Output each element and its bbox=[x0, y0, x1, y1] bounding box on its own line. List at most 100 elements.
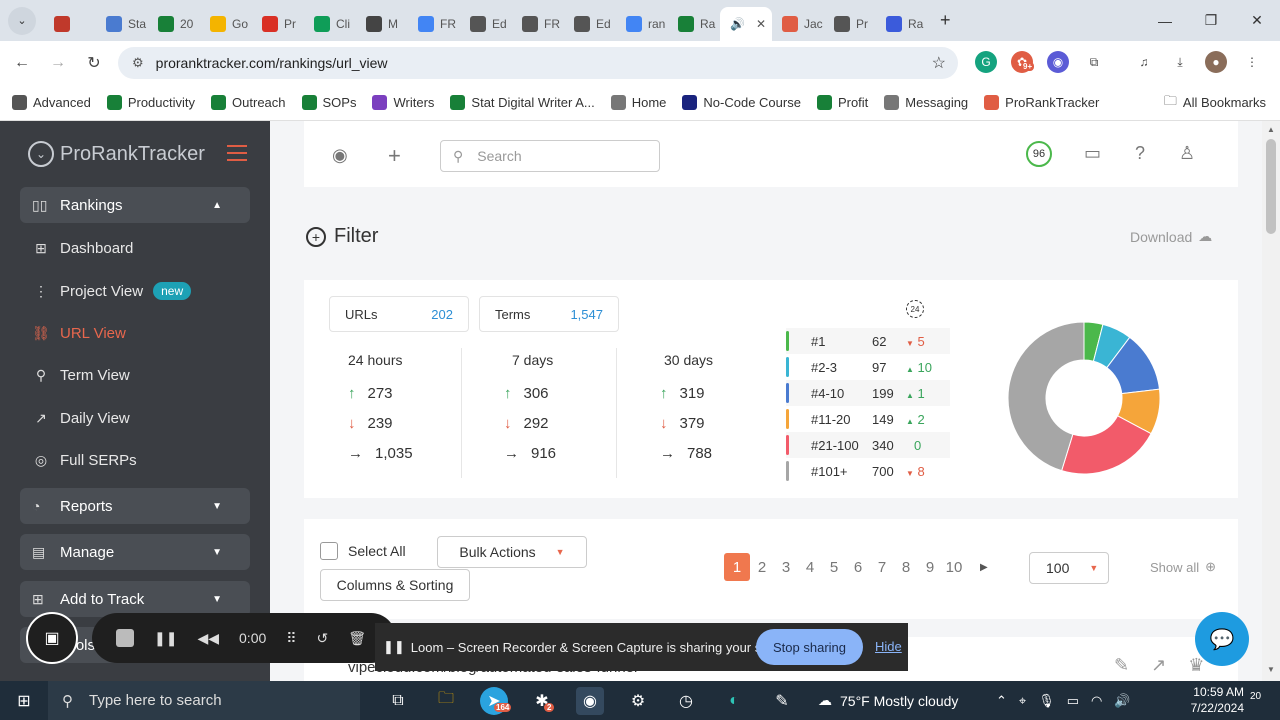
download-button[interactable]: Download ☁ bbox=[1130, 228, 1212, 245]
rank-row[interactable]: #11-20 149 ▲ 2 bbox=[786, 406, 950, 432]
minimize-button[interactable]: — bbox=[1142, 0, 1188, 41]
page-1[interactable]: 1 bbox=[724, 553, 750, 581]
puzzle-icon[interactable]: ⧉ bbox=[1083, 51, 1105, 73]
browser-tab[interactable]: Jac bbox=[772, 7, 824, 41]
bookmark-item[interactable]: Writers bbox=[372, 95, 434, 110]
page-6[interactable]: 6 bbox=[846, 553, 870, 581]
rank-row[interactable]: #21-100 340 0 bbox=[786, 432, 950, 458]
page-7[interactable]: 7 bbox=[870, 553, 894, 581]
browser-tab[interactable]: Ra bbox=[876, 7, 928, 41]
scroll-up-icon[interactable]: ▲ bbox=[1267, 125, 1275, 134]
drag-handle-icon[interactable]: ⠿ bbox=[286, 630, 296, 647]
pause-icon[interactable]: ❚❚ bbox=[154, 630, 177, 647]
bookmark-item[interactable]: Profit bbox=[816, 95, 868, 110]
browser-tab[interactable]: Pr bbox=[252, 7, 304, 41]
trophy-icon[interactable]: ♛ bbox=[1188, 655, 1204, 676]
close-window-button[interactable]: ✕ bbox=[1234, 0, 1280, 41]
browser-tab-active[interactable]: 🔊 ✕ bbox=[720, 7, 772, 41]
bookmark-item[interactable]: Advanced bbox=[12, 95, 91, 110]
page-3[interactable]: 3 bbox=[774, 553, 798, 581]
score-badge[interactable]: 96 bbox=[1026, 141, 1052, 167]
site-info-icon[interactable]: ⚙ bbox=[132, 55, 144, 71]
media-icon[interactable]: ♫ bbox=[1133, 51, 1155, 73]
page-4[interactable]: 4 bbox=[798, 553, 822, 581]
new-tab-button[interactable]: + bbox=[940, 10, 951, 31]
tray-chevron-icon[interactable]: ⌃ bbox=[996, 693, 1007, 709]
browser-tab[interactable]: Pr bbox=[824, 7, 876, 41]
download-icon[interactable]: ⤓ bbox=[1169, 51, 1191, 73]
eye-icon[interactable]: ◉ bbox=[332, 145, 348, 166]
wifi-icon[interactable]: ◠ bbox=[1091, 693, 1102, 709]
logo[interactable]: ⌄ ProRankTracker bbox=[28, 141, 205, 167]
camera-icon[interactable]: ▣ bbox=[26, 612, 78, 664]
trash-icon[interactable]: 🗑 bbox=[348, 630, 366, 647]
extension-icon[interactable]: ◉ bbox=[1047, 51, 1069, 73]
scrollbar-thumb[interactable] bbox=[1266, 139, 1276, 234]
browser-tab[interactable]: Cli bbox=[304, 7, 356, 41]
browser-tab[interactable]: ran bbox=[616, 7, 668, 41]
bookmark-item[interactable]: SOPs bbox=[301, 95, 356, 110]
page-8[interactable]: 8 bbox=[894, 553, 918, 581]
hamburger-icon[interactable] bbox=[227, 145, 247, 166]
chat-bubble-icon[interactable]: 💬 bbox=[1195, 612, 1249, 666]
rank-row[interactable]: #4-10 199 ▲ 1 bbox=[786, 380, 950, 406]
bookmark-item[interactable]: Productivity bbox=[106, 95, 195, 110]
stop-sharing-button[interactable]: Stop sharing bbox=[756, 629, 863, 665]
browser-tab[interactable]: FR bbox=[512, 7, 564, 41]
restart-icon[interactable]: ↺ bbox=[317, 630, 329, 647]
chat-icon[interactable]: ▭ bbox=[1084, 143, 1101, 164]
select-all-checkbox[interactable] bbox=[320, 542, 338, 560]
page-5[interactable]: 5 bbox=[822, 553, 846, 581]
sidebar-item-dashboard[interactable]: ⊞ Dashboard bbox=[32, 240, 133, 257]
timer-icon[interactable]: 24 bbox=[906, 300, 924, 318]
paint-icon[interactable]: ✎ bbox=[768, 687, 796, 715]
browser-tab[interactable]: Ed bbox=[460, 7, 512, 41]
browser-tab[interactable]: Ed bbox=[564, 7, 616, 41]
notification-icon[interactable]: 20 bbox=[1250, 691, 1261, 702]
bookmark-item[interactable]: Stat Digital Writer A... bbox=[450, 95, 595, 110]
network-icon[interactable]: ⌖ bbox=[1019, 693, 1026, 709]
bookmark-item[interactable]: Messaging bbox=[884, 95, 968, 110]
battery-icon[interactable]: ▭ bbox=[1067, 693, 1079, 709]
rank-row[interactable]: #1 62 ▼ 5 bbox=[786, 328, 950, 354]
urls-chip[interactable]: URLs 202 bbox=[329, 296, 469, 332]
browser-tab[interactable] bbox=[44, 7, 96, 41]
rank-row[interactable]: #2-3 97 ▲ 10 bbox=[786, 354, 950, 380]
tab-search-button[interactable]: ⌄ bbox=[8, 6, 36, 35]
telegram-icon[interactable]: ➤ 164 bbox=[480, 686, 512, 715]
slack-icon[interactable]: ✱ 2 bbox=[528, 687, 556, 715]
terms-chip[interactable]: Terms 1,547 bbox=[479, 296, 619, 332]
filter-toggle[interactable]: + Filter bbox=[306, 225, 378, 248]
user-icon[interactable]: ♙ bbox=[1179, 143, 1195, 164]
section-rankings[interactable]: ▯▯ Rankings ▲ bbox=[20, 187, 250, 223]
weather-widget[interactable]: ☁ 75°F Mostly cloudy bbox=[818, 692, 958, 709]
rank-row[interactable]: #101+ 700 ▼ 8 bbox=[786, 458, 950, 484]
url-field[interactable]: ⚙ proranktracker.com/rankings/url_view ☆ bbox=[118, 47, 958, 79]
browser-tab[interactable]: M bbox=[356, 7, 408, 41]
profile-avatar[interactable]: ● bbox=[1205, 51, 1227, 73]
select-all-label[interactable]: Select All bbox=[348, 543, 406, 559]
grammarly-icon[interactable]: G bbox=[975, 51, 997, 73]
maximize-button[interactable]: ❐ bbox=[1188, 0, 1234, 41]
sidebar-item-url-view[interactable]: ⛓ URL View bbox=[32, 325, 126, 342]
task-view-icon[interactable]: ⧉ bbox=[384, 687, 412, 715]
bookmark-item[interactable]: ProRankTracker bbox=[984, 95, 1099, 110]
sidebar-item-project-view[interactable]: ⋮ Project View new bbox=[32, 282, 192, 300]
all-bookmarks[interactable]: 🗀 All Bookmarks bbox=[1164, 92, 1266, 114]
edge-icon[interactable]: ◐ bbox=[720, 687, 748, 715]
sidebar-item-full-serps[interactable]: ◎ Full SERPs bbox=[32, 452, 137, 469]
browser-tab[interactable]: FR bbox=[408, 7, 460, 41]
columns-sorting-button[interactable]: Columns & Sorting bbox=[320, 569, 470, 601]
bookmark-item[interactable]: Home bbox=[610, 95, 666, 110]
volume-icon[interactable]: 🔊 bbox=[1114, 693, 1130, 709]
reload-button[interactable]: ↻ bbox=[76, 53, 112, 73]
plus-icon[interactable]: + bbox=[388, 143, 401, 169]
browser-tab[interactable]: Go bbox=[200, 7, 252, 41]
back-button[interactable]: ← bbox=[4, 54, 40, 72]
menu-icon[interactable]: ⋮ bbox=[1241, 51, 1263, 73]
hide-link[interactable]: Hide bbox=[875, 639, 902, 654]
extension-badge-icon[interactable]: ✿9+ bbox=[1011, 51, 1035, 73]
section-manage[interactable]: ▤ Manage ▼ bbox=[20, 534, 250, 570]
windows-start-icon[interactable]: ⊞ bbox=[0, 691, 48, 711]
file-explorer-icon[interactable]: 🗀 bbox=[432, 687, 460, 715]
